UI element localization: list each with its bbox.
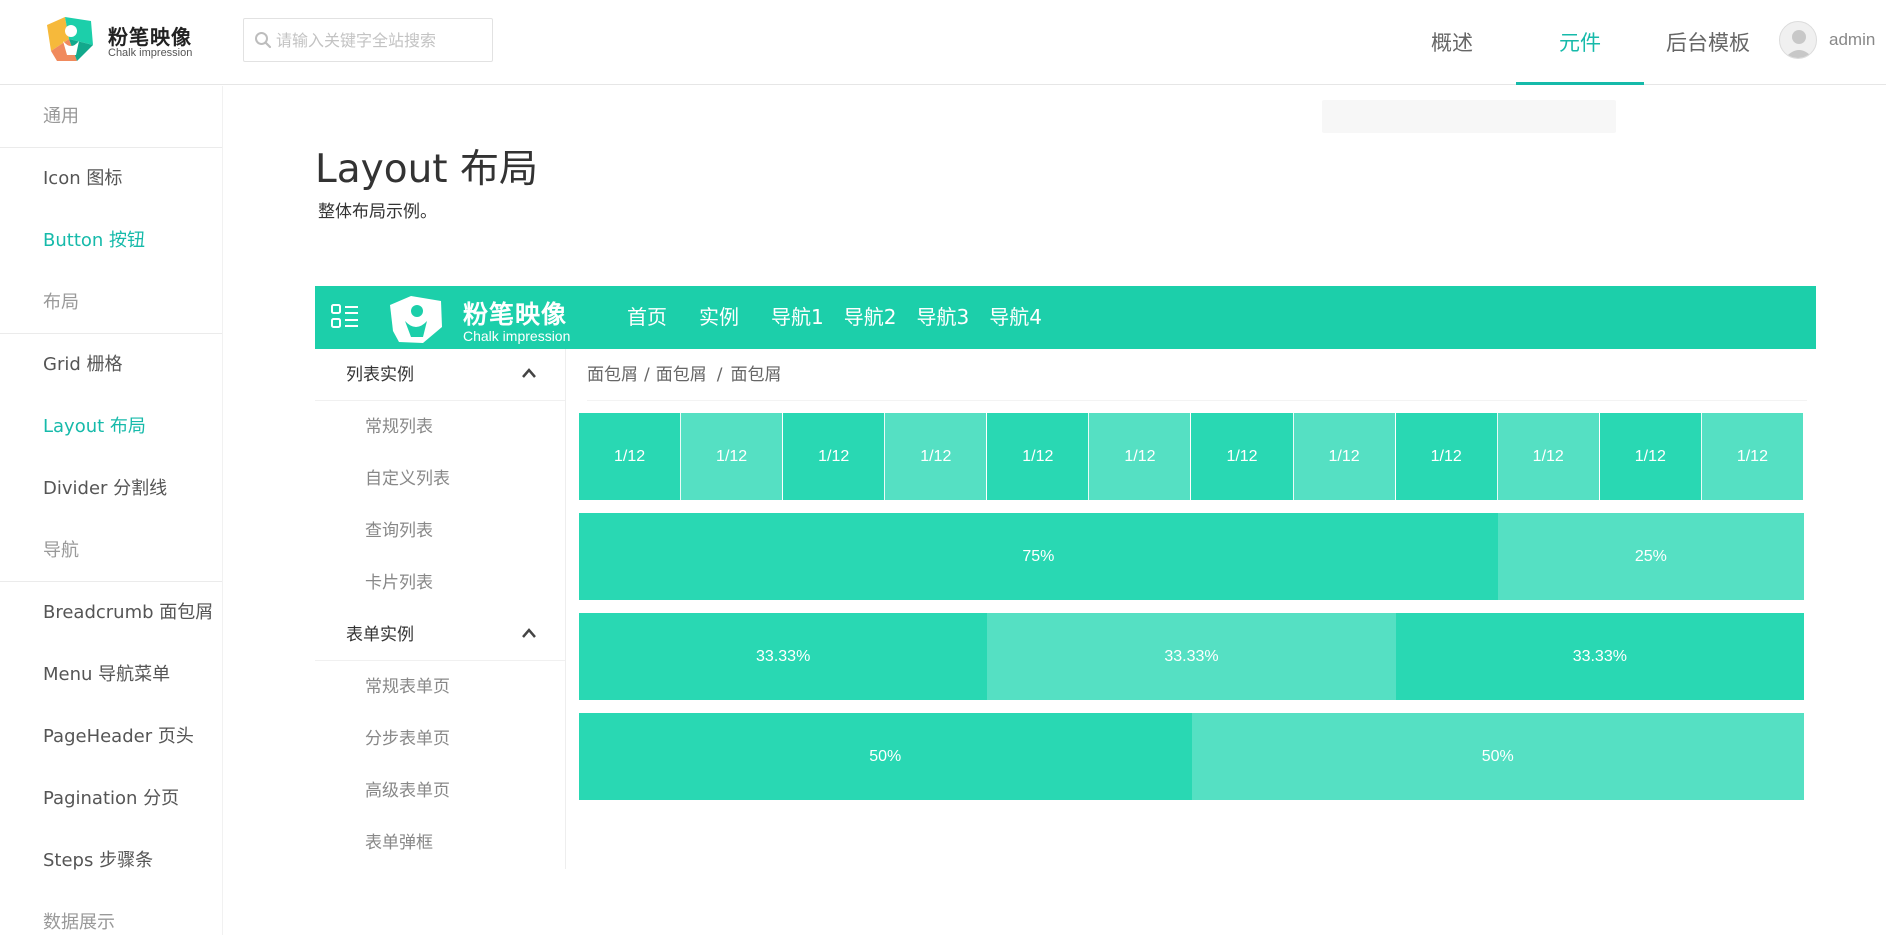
breadcrumb-separator: /: [644, 365, 650, 385]
demo-sub-item[interactable]: 自定义列表: [315, 453, 565, 505]
demo-sub-item[interactable]: 查询列表: [315, 505, 565, 557]
menu-toggle-icon[interactable]: [330, 302, 360, 332]
demo-sub-item[interactable]: 表单弹框: [315, 817, 565, 869]
demo-nav-4[interactable]: 导航4: [989, 286, 1042, 349]
grid-cell: 1/12: [1599, 413, 1702, 500]
grid-row: 33.33% 33.33% 33.33%: [579, 613, 1804, 700]
demo-logo-title: 粉笔映像: [463, 300, 568, 329]
sidebar-item-grid[interactable]: Grid 栅格: [0, 334, 222, 396]
grid-cell: 50%: [579, 713, 1192, 800]
sidebar-list: 通用 Icon 图标 Button 按钮 布局 Grid 栅格 Layout 布…: [0, 86, 222, 935]
tooltip-ghost: [1322, 100, 1616, 133]
sidebar-item-menu[interactable]: Menu 导航菜单: [0, 644, 222, 706]
sidebar-group-navigation: 导航: [0, 520, 222, 582]
grid-cell: 33.33%: [1395, 613, 1804, 700]
grid-row: 50% 50%: [579, 713, 1804, 800]
layout-demo: 粉笔映像 Chalk impression 首页 实例 导航1 导航2 导航3 …: [315, 286, 1816, 870]
sidebar: 通用 Icon 图标 Button 按钮 布局 Grid 栅格 Layout 布…: [0, 86, 223, 935]
top-nav: 概述 元件 后台模板: [1388, 0, 1772, 85]
demo-nav: 首页 实例 导航1 导航2 导航3 导航4: [627, 286, 1062, 349]
scroll-up-arrow-icon[interactable]: ▲: [222, 86, 223, 103]
sidebar-item-pageheader[interactable]: PageHeader 页头: [0, 706, 222, 768]
logo-title: 粉笔映像: [108, 25, 192, 49]
sidebar-item-icon[interactable]: Icon 图标: [0, 148, 222, 210]
demo-side-menu: 列表实例 常规列表 自定义列表 查询列表 卡片列表 表单实例 常规表单页 分步表…: [315, 349, 566, 869]
scroll-down-arrow-icon[interactable]: ▼: [222, 918, 223, 935]
sidebar-item-button[interactable]: Button 按钮: [0, 210, 222, 272]
page-description: 整体布局示例。: [318, 202, 437, 222]
logo[interactable]: 粉笔映像 Chalk impression: [43, 15, 203, 63]
sidebar-item-steps[interactable]: Steps 步骤条: [0, 830, 222, 892]
grid-cell: 1/12: [1701, 413, 1804, 500]
breadcrumb-item: 面包屑: [730, 365, 782, 385]
demo-sub-item[interactable]: 高级表单页: [315, 765, 565, 817]
chevron-up-icon: [522, 628, 536, 638]
user-name: admin: [1829, 30, 1876, 49]
sidebar-item-divider[interactable]: Divider 分割线: [0, 458, 222, 520]
grid-cell: 33.33%: [987, 613, 1396, 700]
search-icon: [255, 32, 272, 49]
sidebar-scrollbar[interactable]: ▲ ▼: [222, 86, 223, 935]
sidebar-item-breadcrumb[interactable]: Breadcrumb 面包屑: [0, 582, 222, 644]
grid-cell: 50%: [1191, 713, 1804, 800]
sidebar-group-layout: 布局: [0, 272, 222, 334]
sidebar-group-general: 通用: [0, 86, 222, 148]
demo-header: 粉笔映像 Chalk impression 首页 实例 导航1 导航2 导航3 …: [315, 286, 1816, 349]
demo-sub-item[interactable]: 分步表单页: [315, 713, 565, 765]
demo-nav-1[interactable]: 导航1: [771, 286, 824, 349]
user-avatar-icon: [1785, 30, 1813, 58]
grid-cell: 1/12: [885, 413, 988, 500]
demo-nav-home[interactable]: 首页: [627, 286, 667, 349]
breadcrumb: 面包屑 / 面包屑 / 面包屑: [587, 349, 1807, 401]
demo-nav-2[interactable]: 导航2: [844, 286, 897, 349]
demo-sub-item[interactable]: 卡片列表: [315, 557, 565, 609]
breadcrumb-separator: /: [716, 365, 723, 385]
top-nav-overview[interactable]: 概述: [1388, 0, 1516, 84]
sidebar-item-layout[interactable]: Layout 布局: [0, 396, 222, 458]
grid-cell: 75%: [579, 513, 1498, 600]
grid-row: 75% 25%: [579, 513, 1804, 600]
grid-cell: 1/12: [1191, 413, 1294, 500]
breadcrumb-item[interactable]: 面包屑: [656, 349, 707, 400]
sidebar-group-data-display: 数据展示: [0, 892, 222, 935]
grid-cell: 1/12: [681, 413, 784, 500]
demo-group-label: 表单实例: [346, 625, 414, 645]
grid-row: 1/12 1/12 1/12 1/12 1/12 1/12 1/12 1/12 1/12 1/12…: [579, 413, 1804, 500]
top-nav-admin-templates[interactable]: 后台模板: [1644, 0, 1772, 84]
demo-nav-examples[interactable]: 实例: [699, 286, 739, 349]
grid-cell: 33.33%: [579, 613, 988, 700]
chevron-up-icon: [522, 368, 536, 378]
top-header: 粉笔映像 Chalk impression 概述 元件 后台模板 admin: [0, 0, 1886, 85]
grid-cell: 1/12: [579, 413, 682, 500]
demo-group-label: 列表实例: [346, 365, 414, 385]
grid-cell: 25%: [1497, 513, 1804, 600]
demo-logo-subtitle: Chalk impression: [463, 328, 571, 344]
user-menu[interactable]: admin: [1779, 20, 1875, 60]
avatar: [1779, 21, 1817, 59]
demo-group-form-examples[interactable]: 表单实例: [315, 609, 565, 661]
chalk-logo-icon: [47, 17, 93, 61]
demo-sub-item[interactable]: 常规列表: [315, 401, 565, 453]
logo-subtitle: Chalk impression: [108, 47, 193, 59]
breadcrumb-item[interactable]: 面包屑: [587, 349, 638, 400]
demo-sub-item[interactable]: 常规表单页: [315, 661, 565, 713]
grid-cell: 1/12: [783, 413, 886, 500]
chalk-logo-white-icon: [390, 296, 442, 343]
grid-cell: 1/12: [1497, 413, 1600, 500]
sidebar-item-pagination[interactable]: Pagination 分页: [0, 768, 222, 830]
global-search: [243, 18, 493, 62]
grid-cell: 1/12: [987, 413, 1090, 500]
top-nav-components[interactable]: 元件: [1516, 0, 1644, 85]
demo-nav-3[interactable]: 导航3: [916, 286, 969, 349]
page-title: Layout 布局: [315, 147, 538, 192]
search-input[interactable]: [276, 20, 486, 60]
demo-group-list-examples[interactable]: 列表实例: [315, 349, 565, 401]
grid-cell: 1/12: [1395, 413, 1498, 500]
grid-cell: 1/12: [1089, 413, 1192, 500]
grid-cell: 1/12: [1293, 413, 1396, 500]
